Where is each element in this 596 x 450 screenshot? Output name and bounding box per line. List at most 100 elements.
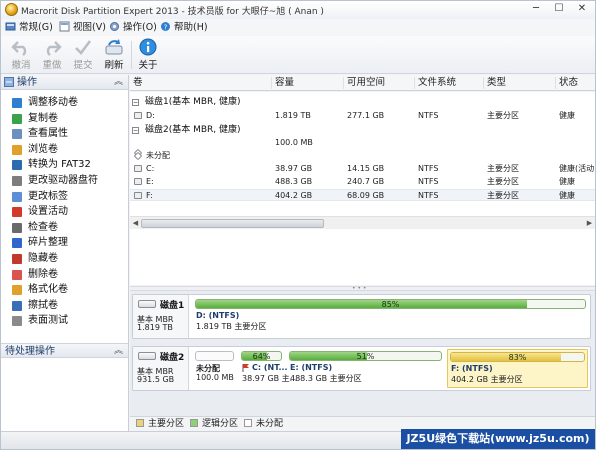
menu-help[interactable]: ? 帮助(H)	[160, 20, 208, 35]
cell-capacity: 404.2 GB	[275, 191, 313, 200]
menu-action-label: 操作(O)	[123, 22, 157, 33]
usage-bar: 83%	[450, 352, 585, 362]
operation-label: 浏览卷	[28, 143, 58, 155]
column-file-system[interactable]: 文件系统	[414, 77, 483, 89]
partition-e[interactable]: 51% E: (NTFS) 488.3 GB 主要分区	[287, 349, 444, 388]
partition-unallocated[interactable]: 未分配 100.0 MB	[193, 349, 236, 388]
usage-bar: 51%	[289, 351, 442, 361]
window-title: Macrorit Disk Partition Expert 2013 - 技术…	[21, 7, 324, 17]
redo-button[interactable]: 重做	[38, 38, 66, 72]
about-button[interactable]: 关于	[134, 38, 162, 72]
scroll-right-icon[interactable]: ▶	[584, 218, 595, 229]
maximize-button[interactable]: ☐	[549, 2, 569, 16]
operation-item[interactable]: 调整移动卷	[1, 95, 128, 111]
collapse-chevron-icon[interactable]: ︽	[114, 345, 123, 358]
menu-help-label: 帮助(H)	[174, 22, 208, 33]
table-row[interactable]	[130, 137, 595, 158]
cell-type: 主要分区	[487, 191, 519, 200]
commit-button[interactable]: 提交	[69, 38, 97, 72]
cell-free: 240.7 GB	[347, 177, 385, 186]
operation-item[interactable]: 查看属性	[1, 126, 128, 142]
minimize-button[interactable]: ─	[526, 2, 546, 16]
operation-item[interactable]: 擦拭卷	[1, 298, 128, 314]
table-row[interactable]: C: 38.97 GB 14.15 GB NTFS 主要分区 健康(活动	[130, 163, 595, 175]
operations-panel-header[interactable]: 操作 ︽	[1, 75, 128, 90]
partition-f-selected[interactable]: 83% F: (NTFS) 404.2 GB 主要分区	[447, 349, 588, 388]
operation-label: 碎片整理	[28, 237, 68, 249]
pending-panel-header[interactable]: 待处理操作 ︽	[1, 343, 128, 358]
horizontal-scrollbar[interactable]: ◀ ▶	[130, 216, 595, 229]
surface-test-icon	[12, 316, 22, 327]
legend-logical: 逻辑分区	[190, 419, 238, 430]
menu-general[interactable]: 常规(G)	[5, 20, 53, 35]
table-row[interactable]: 未分配	[130, 150, 595, 162]
operation-item[interactable]: 检查卷	[1, 220, 128, 236]
collapse-toggle-icon[interactable]: −	[132, 127, 139, 134]
column-type[interactable]: 类型	[483, 77, 555, 89]
operation-item[interactable]: 更改标签	[1, 189, 128, 205]
column-volume[interactable]: 卷	[130, 77, 269, 89]
scrollbar-thumb[interactable]	[141, 219, 324, 228]
menu-action[interactable]: 操作(O)	[109, 20, 157, 35]
operation-item[interactable]: 隐藏卷	[1, 251, 128, 267]
disk-name: 磁盘1	[160, 301, 185, 311]
disk-1-map[interactable]: 磁盘1 基本 MBR 1.819 TB 85% D: (NTFS) 1.819 …	[132, 294, 591, 339]
hide-volume-icon	[12, 253, 22, 264]
app-window: Macrorit Disk Partition Expert 2013 - 技术…	[0, 0, 596, 450]
usage-bar	[195, 351, 234, 361]
menu-view[interactable]: 视图(V)	[59, 20, 106, 35]
partition-name: C: (NT...	[252, 363, 288, 372]
disk-group-2[interactable]: − 磁盘2(基本 MBR, 健康)	[132, 124, 241, 136]
operation-item[interactable]: 设置活动	[1, 204, 128, 220]
help-menu-icon: ?	[161, 22, 170, 31]
column-free-space[interactable]: 可用空间	[343, 77, 415, 89]
app-logo-icon	[5, 3, 18, 16]
operation-item[interactable]: 转换为 FAT32	[1, 157, 128, 173]
partition-c[interactable]: 64% C: (NT... 38.97 GB 主...	[239, 349, 297, 388]
column-capacity[interactable]: 容量	[271, 77, 343, 89]
operation-item[interactable]: 复制卷	[1, 111, 128, 127]
column-status[interactable]: 状态	[555, 77, 595, 89]
usage-percent: 64%	[252, 352, 271, 361]
refresh-button[interactable]: 刷新	[100, 38, 128, 72]
partition-name: D: (NTFS)	[196, 311, 240, 320]
partition-name: E: (NTFS)	[290, 363, 333, 372]
collapse-toggle-icon[interactable]: −	[132, 99, 139, 106]
volume-icon	[134, 165, 142, 172]
redo-icon	[46, 41, 62, 56]
operation-item[interactable]: 表面测试	[1, 313, 128, 329]
cell-type: 主要分区	[487, 177, 519, 186]
unallocated-icon	[133, 151, 143, 161]
table-row-selected[interactable]: F: 404.2 GB 68.09 GB NTFS 主要分区 健康	[130, 189, 595, 201]
disk-2-map[interactable]: 磁盘2 基本 MBR 931.5 GB 未分配 100.0 MB 64% C: …	[132, 346, 591, 391]
disk-name: 磁盘2	[160, 353, 185, 363]
operation-label: 查看属性	[28, 128, 68, 140]
main-pane: 卷 容量 可用空间 文件系统 类型 状态 − 磁盘1(基本 MBR, 健康) D:…	[130, 75, 595, 431]
operation-item[interactable]: 碎片整理	[1, 235, 128, 251]
primary-swatch	[136, 419, 144, 427]
volume-icon	[134, 178, 142, 185]
about-label: 关于	[138, 60, 158, 71]
operation-item[interactable]: 浏览卷	[1, 142, 128, 158]
commit-label: 提交	[73, 60, 93, 71]
toolbar-separator	[131, 41, 132, 69]
operation-label: 格式化卷	[28, 284, 68, 296]
close-button[interactable]: ✕	[572, 2, 592, 16]
scroll-left-icon[interactable]: ◀	[130, 218, 141, 229]
table-row[interactable]: D: 1.819 TB 277.1 GB NTFS 主要分区 健康	[130, 110, 595, 122]
legend-primary: 主要分区	[136, 419, 184, 430]
wipe-volume-icon	[12, 300, 22, 311]
disk-group-1[interactable]: − 磁盘1(基本 MBR, 健康)	[132, 96, 241, 108]
cell-type: 主要分区	[487, 164, 519, 173]
undo-button[interactable]: 撤消	[7, 38, 35, 72]
collapse-chevron-icon[interactable]: ︽	[114, 76, 123, 89]
cell-free: 277.1 GB	[347, 111, 385, 120]
operation-label: 表面测试	[28, 315, 68, 327]
table-row[interactable]: E: 488.3 GB 240.7 GB NTFS 主要分区 健康	[130, 176, 595, 188]
operation-item[interactable]: 删除卷	[1, 267, 128, 283]
convert-icon	[12, 160, 22, 171]
operation-item[interactable]: 格式化卷	[1, 282, 128, 298]
cell-free: 68.09 GB	[347, 191, 385, 200]
partition-d[interactable]: 85% D: (NTFS) 1.819 TB 主要分区	[193, 297, 588, 336]
operation-item[interactable]: 更改驱动器盘符	[1, 173, 128, 189]
